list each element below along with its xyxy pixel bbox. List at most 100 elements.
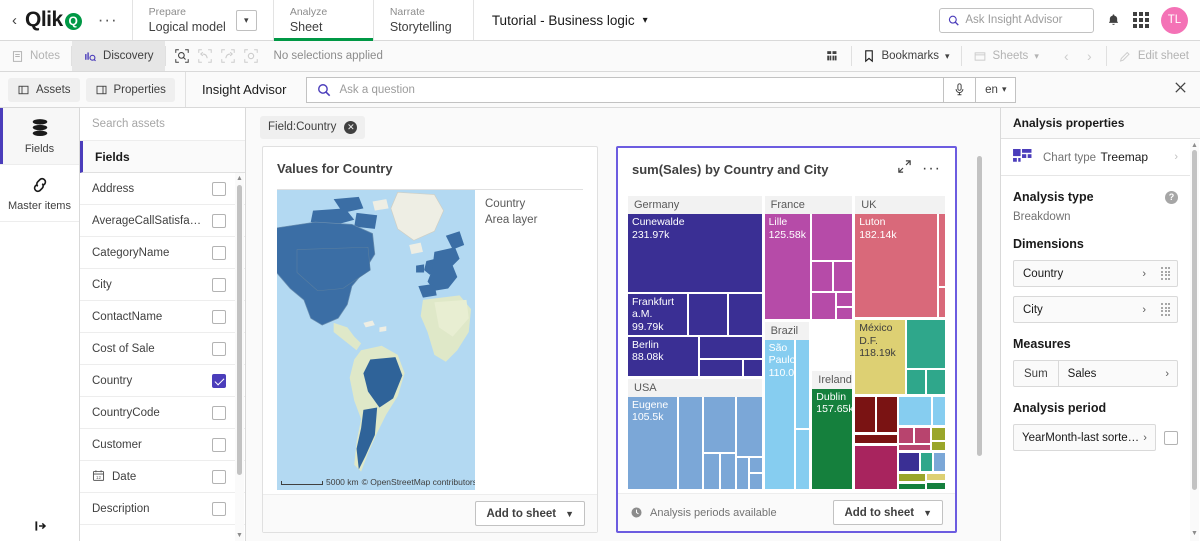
treemap-tile[interactable] (932, 397, 945, 425)
treemap-tile[interactable] (932, 427, 945, 441)
treemap-tile[interactable] (837, 308, 853, 319)
treemap-tile[interactable] (855, 446, 897, 489)
filter-chip-country[interactable]: Field:Country ✕ (260, 115, 366, 139)
properties-button[interactable]: Properties (85, 77, 175, 102)
voice-input-button[interactable] (943, 76, 976, 103)
field-row[interactable]: Country (80, 365, 245, 397)
treemap-tile[interactable]: México D.F. 118.19k (855, 320, 905, 395)
treemap-tile[interactable] (932, 442, 945, 450)
analysis-panel-scrollbar[interactable]: ▲ ▼ (1190, 140, 1199, 541)
analysis-period-chevron-right-icon[interactable]: › (1143, 432, 1147, 444)
back-chevron-icon[interactable]: ‹ (10, 12, 19, 29)
app-title-chevron-down-icon[interactable]: ▾ (643, 15, 648, 26)
map-add-to-sheet-button[interactable]: Add to sheet ▼ (475, 501, 585, 526)
ask-question-input[interactable] (339, 83, 934, 96)
bookmarks-button[interactable]: Bookmarks ▾ (852, 41, 960, 71)
field-row[interactable]: ContactName (80, 301, 245, 333)
treemap-tile[interactable] (834, 261, 853, 292)
field-row[interactable]: Description (80, 493, 245, 525)
treemap-tile[interactable] (699, 360, 743, 376)
assets-search[interactable] (80, 108, 245, 141)
step-forward-icon[interactable] (218, 46, 239, 67)
treemap-tile[interactable] (736, 457, 749, 489)
treemap-tile[interactable] (921, 452, 933, 472)
nav-prepare-dropdown-icon[interactable]: ▾ (235, 9, 257, 31)
treemap-tile[interactable] (728, 293, 762, 335)
insight-advisor-search[interactable] (939, 7, 1094, 33)
treemap-add-to-sheet-button[interactable]: Add to sheet ▼ (833, 500, 943, 525)
sheets-button[interactable]: Sheets ▾ (962, 41, 1050, 71)
field-list-scrollbar[interactable]: ▲ ▼ (235, 173, 244, 541)
treemap-tile[interactable] (744, 360, 762, 376)
filter-chip-close-icon[interactable]: ✕ (344, 120, 358, 134)
panel-scroll-down-icon[interactable]: ▼ (1190, 528, 1199, 539)
field-list[interactable]: Address AverageCallSatisfa… CategoryName Ci… (80, 173, 245, 541)
treemap-tile[interactable] (795, 430, 810, 489)
sheets-chevron-down-icon[interactable]: ▾ (1034, 51, 1039, 62)
measure-chevron-right-icon[interactable]: › (1157, 361, 1177, 386)
notifications-bell-icon[interactable] (1106, 13, 1121, 28)
treemap-tile[interactable]: Eugene 105.5k (628, 396, 678, 489)
map-attribution[interactable]: 5000 km © OpenStreetMap contributors (281, 477, 475, 487)
analysis-panel-scroll-thumb[interactable] (1192, 150, 1197, 490)
treemap-visualization[interactable]: Germany Cunewalde 231.97k Frankfurt a.M.… (628, 196, 945, 489)
treemap-tile[interactable]: Frankfurt a.M. 99.79k (628, 293, 687, 335)
card-sum-sales-by-country-and-city[interactable]: sum(Sales) by Country and City ··· Germa… (616, 146, 957, 533)
field-row[interactable]: 12 Date (80, 461, 245, 493)
treemap-tile[interactable] (699, 336, 762, 359)
field-checkbox[interactable] (212, 405, 226, 420)
treemap-tile[interactable] (855, 435, 897, 444)
card-values-for-country[interactable]: Values for Country 5000 km © OpenStreetM… (262, 146, 598, 533)
treemap-tile[interactable] (915, 427, 931, 443)
treemap-tile[interactable]: Berlin 88.08k (628, 336, 698, 376)
treemap-tile[interactable] (750, 457, 762, 473)
field-row[interactable]: City (80, 269, 245, 301)
help-icon[interactable]: ? (1165, 190, 1178, 204)
treemap-tile[interactable] (688, 293, 727, 335)
nav-narrate[interactable]: Narrate Storytelling (372, 0, 473, 40)
treemap-tile[interactable] (736, 396, 762, 456)
treemap-tile[interactable] (704, 454, 719, 489)
treemap-tile[interactable]: Lille 125.58k (764, 214, 810, 319)
treemap-tile[interactable] (934, 452, 945, 472)
field-row[interactable]: Customer (80, 429, 245, 461)
field-checkbox[interactable] (212, 469, 226, 484)
edit-sheet-button[interactable]: Edit sheet (1107, 41, 1200, 71)
treemap-tile[interactable] (906, 370, 925, 395)
treemap-tile[interactable] (898, 483, 926, 489)
dimension-country-drag-handle[interactable] (1154, 261, 1177, 286)
field-checkbox[interactable] (212, 213, 226, 228)
field-checkbox[interactable] (212, 341, 226, 356)
treemap-tile[interactable] (679, 396, 703, 489)
sheet-thumbnails-button[interactable] (814, 41, 851, 71)
language-selector[interactable]: en ▾ (975, 76, 1017, 103)
field-row[interactable]: AverageCallSatisfa… (80, 205, 245, 237)
topbar-more-icon[interactable]: ··· (88, 10, 128, 30)
chart-type-row[interactable]: Chart type Treemap › (1001, 139, 1190, 176)
step-back-icon[interactable] (195, 46, 216, 67)
dimension-city-drag-handle[interactable] (1154, 297, 1177, 322)
field-checkbox[interactable] (212, 277, 226, 292)
measure-item-sales[interactable]: Sum Sales › (1013, 360, 1178, 387)
map-visualization[interactable]: 5000 km © OpenStreetMap contributors Cou… (263, 190, 597, 494)
avatar[interactable]: TL (1161, 6, 1188, 34)
discovery-button[interactable]: Discovery (72, 41, 165, 71)
chart-type-chevron-right-icon[interactable]: › (1174, 151, 1178, 163)
treemap-tile[interactable] (898, 444, 931, 450)
dimension-item-country[interactable]: Country › (1013, 260, 1178, 287)
nav-analyze[interactable]: Analyze Sheet (272, 0, 373, 41)
treemap-tile[interactable] (939, 287, 945, 318)
field-row[interactable]: CategoryName (80, 237, 245, 269)
field-checkbox[interactable] (212, 245, 226, 260)
field-row[interactable]: Address (80, 173, 245, 205)
scroll-down-icon[interactable]: ▼ (236, 530, 243, 541)
treemap-tile[interactable] (720, 454, 735, 489)
expand-icon[interactable] (897, 159, 912, 179)
app-title[interactable]: Tutorial - Business logic ▾ (472, 0, 666, 40)
sidebar-item-fields[interactable]: Fields (0, 108, 79, 165)
treemap-tile[interactable] (898, 474, 926, 481)
treemap-tile[interactable] (750, 474, 762, 489)
treemap-tile[interactable] (704, 396, 735, 453)
treemap-tile[interactable]: Cunewalde 231.97k (628, 214, 762, 292)
treemap-tile[interactable] (811, 261, 833, 292)
